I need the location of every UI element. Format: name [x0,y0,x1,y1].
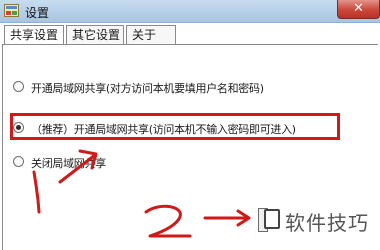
window-title: 设置 [25,6,50,20]
title-bar[interactable]: 设置 ✕ [0,0,380,23]
radio-disable-sharing[interactable] [13,156,24,167]
tab-share-settings[interactable]: 共享设置 [4,25,64,45]
option-label: 关闭局域网共享 [31,157,106,170]
close-icon: ✕ [353,1,364,16]
watermark-logo-icon [264,209,280,229]
option-label: 开通局域网共享(对方访问本机要填用户名和密码) [31,82,264,95]
watermark: 软件技巧 [264,205,380,235]
settings-app-icon [4,4,19,17]
watermark-text: 软件技巧 [285,211,369,235]
tab-about[interactable]: 关于 [126,25,176,44]
close-button[interactable]: ✕ [337,0,380,19]
highlight-box [10,113,340,140]
radio-share-with-password[interactable] [13,81,24,92]
tab-other-settings[interactable]: 其它设置 [66,25,124,44]
